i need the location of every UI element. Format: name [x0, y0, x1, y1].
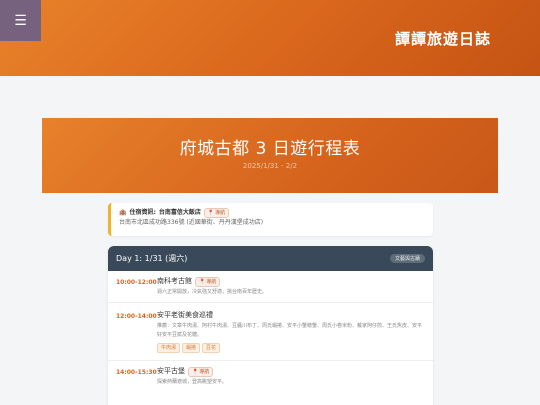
hotel-address: 台南市北區成功路336號 (近國華街、丹丹漢堡成功店): [119, 219, 264, 226]
hotel-name: 台南富信大飯店: [158, 209, 201, 216]
slot-time: 10:00-12:00: [116, 279, 157, 286]
day-card-1: Day 1: 1/31 (週六) 文藝與古蹟 10:00-12:00 南科考古館…: [108, 246, 433, 405]
tag: 蝦捲: [182, 343, 201, 353]
day-title: Day 1: 1/31 (週六): [116, 254, 188, 263]
slot-desc: 推薦：文章牛肉湯、阿村牛肉湯、豆醬川布丁、周氏蝦捲、安平小蟹螃蟹、周氏小卷米粉、…: [157, 323, 423, 338]
nav-label: 導航: [199, 368, 210, 375]
area-badge: 文藝與古蹟: [389, 254, 425, 263]
itinerary-slot: 12:00-14:00 安平老街美食巡禮 推薦：文章牛肉湯、阿村牛肉湯、豆醬川布…: [108, 303, 433, 361]
hotel-line: 🏨 住宿資訊: 台南富信大飯店 📍 導航: [119, 208, 425, 218]
page-header: 府城古都 3 日遊行程表 2025/1/31 - 2/2: [42, 118, 498, 193]
pin-icon: 📍: [192, 368, 199, 375]
slot-title: 安平老街美食巡禮: [157, 311, 213, 319]
menu-icon[interactable]: ☰: [0, 0, 41, 41]
slot-nav-button[interactable]: 📍 導航: [188, 366, 214, 377]
tag: 豆花: [202, 343, 221, 353]
slot-time: 14:00-15:30: [116, 369, 157, 376]
slot-nav-button[interactable]: 📍 導航: [195, 276, 221, 287]
slot-tags: 牛肉湯 蝦捲 豆花: [157, 343, 425, 353]
pin-icon: 📍: [207, 210, 215, 216]
tag: 牛肉湯: [157, 343, 181, 353]
page-subtitle: 2025/1/31 - 2/2: [242, 162, 298, 170]
slot-name: 安平老街美食巡禮: [157, 310, 425, 321]
hotel-icon: 🏨: [119, 209, 127, 216]
page-title: 府城古都 3 日遊行程表: [179, 139, 361, 159]
site-title[interactable]: 譚譚旅遊日誌: [395, 28, 491, 49]
hotel-label: 住宿資訊:: [129, 209, 156, 216]
slot-desc: 週六正常開放，冷氣強又舒適，挑台南百年歷史。: [157, 289, 268, 295]
pin-icon: 📍: [199, 278, 206, 285]
hotel-nav-button[interactable]: 📍 導航: [203, 208, 230, 218]
nav-label: 導航: [206, 278, 217, 285]
slot-name: 南科考古館 📍 導航: [157, 276, 425, 287]
slot-name: 安平古堡 📍 導航: [157, 366, 425, 377]
slot-desc: 探索熱蘭遮城，登高眺望安平。: [157, 379, 228, 385]
itinerary-slot: 14:00-15:30 安平古堡 📍 導航 探索熱蘭遮城，登高眺望安平。: [108, 361, 433, 392]
slot-title: 南科考古館: [157, 277, 192, 285]
nav-label: 導航: [215, 210, 226, 216]
slot-title: 安平古堡: [157, 367, 185, 375]
itinerary-slot: 10:00-12:00 南科考古館 📍 導航 週六正常開放，冷氣強又舒適，挑台南…: [108, 271, 433, 303]
slot-time: 12:00-14:00: [116, 313, 157, 320]
day-header: Day 1: 1/31 (週六) 文藝與古蹟: [108, 246, 433, 271]
hotel-card: 🏨 住宿資訊: 台南富信大飯店 📍 導航 台南市北區成功路336號 (近國華街、…: [108, 203, 433, 236]
